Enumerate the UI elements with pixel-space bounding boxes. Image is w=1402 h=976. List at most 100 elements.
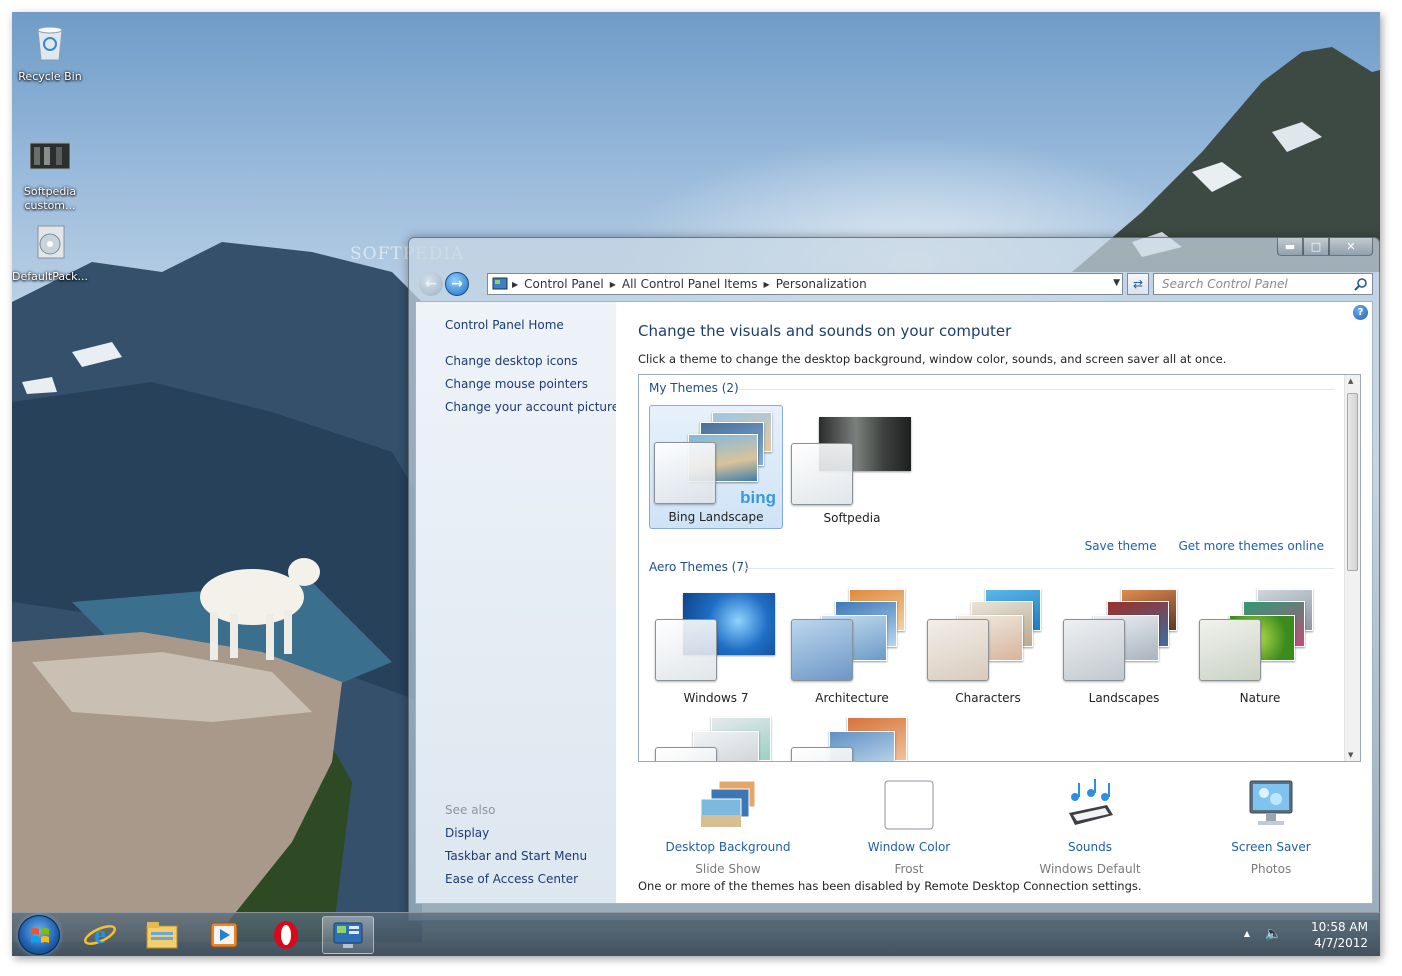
start-button[interactable]	[18, 915, 60, 955]
theme-preview	[785, 713, 919, 761]
control-panel-home-link[interactable]: Control Panel Home	[445, 318, 564, 332]
theme-partial[interactable]	[649, 713, 783, 761]
taskbar: e ▲ 🔈 10:58 AM 4/7/2012	[12, 912, 1380, 956]
personalization-window: ▬ □ ✕ ← → ▶ Control Panel ▶ All Control …	[408, 237, 1380, 921]
scrollbar-thumb[interactable]	[1347, 393, 1358, 571]
help-icon[interactable]: ?	[1353, 305, 1368, 320]
desktop-background-setting[interactable]: Desktop Background Slide Show	[638, 779, 818, 876]
theme-nature[interactable]: Nature	[1193, 585, 1327, 709]
maximize-icon: □	[1310, 240, 1322, 253]
breadcrumb-personalization[interactable]: Personalization	[776, 277, 867, 291]
aero-themes-heading: Aero Themes (7)	[649, 560, 749, 574]
remote-desktop-notice: One or more of the themes has been disab…	[638, 879, 1142, 893]
theme-name: Softpedia	[823, 511, 881, 525]
window-client-area: Control Panel Home Change desktop icons …	[415, 301, 1373, 904]
display-link[interactable]: Display	[445, 826, 489, 840]
theme-architecture[interactable]: Architecture	[785, 585, 919, 709]
minimize-icon: ▬	[1284, 240, 1296, 253]
ease-of-access-link[interactable]: Ease of Access Center	[445, 872, 578, 886]
close-icon: ✕	[1346, 240, 1356, 253]
window-color-swatch	[1063, 619, 1125, 681]
theme-bing-landscape[interactable]: bing Bing Landscape	[649, 405, 783, 529]
theme-pack-icon	[29, 142, 71, 170]
wallpaper-cliff-goat	[12, 242, 422, 942]
scroll-up-icon[interactable]: ▲	[1348, 377, 1353, 385]
theme-windows-7[interactable]: Windows 7	[649, 585, 783, 709]
desktop-icon-label: Softpedia custom...	[23, 185, 77, 212]
theme-landscapes[interactable]: Landscapes	[1057, 585, 1191, 709]
theme-preview	[921, 585, 1055, 689]
change-account-picture-link[interactable]: Change your account picture	[445, 400, 619, 414]
taskbar-opera[interactable]	[260, 916, 312, 954]
system-clock[interactable]: 10:58 AM 4/7/2012	[1311, 919, 1368, 951]
breadcrumb-separator-icon: ▶	[512, 279, 519, 289]
taskbar-windows-explorer[interactable]	[136, 916, 188, 954]
task-pane: Control Panel Home Change desktop icons …	[416, 302, 619, 903]
internet-explorer-icon: e	[84, 920, 116, 949]
theme-characters[interactable]: Characters	[921, 585, 1055, 709]
taskbar-control-panel[interactable]	[322, 916, 374, 954]
see-also-heading: See also	[445, 803, 496, 817]
scroll-down-icon[interactable]: ▼	[1348, 751, 1353, 759]
taskbar-start-menu-link[interactable]: Taskbar and Start Menu	[445, 849, 587, 863]
window-color-icon	[884, 780, 934, 830]
bing-logo: bing	[740, 488, 776, 507]
breadcrumb-separator-icon: ▶	[763, 279, 770, 289]
breadcrumb-all-items[interactable]: All Control Panel Items	[622, 277, 758, 291]
show-hidden-icons-icon[interactable]: ▲	[1244, 929, 1250, 938]
desktop-icon-label: Recycle Bin	[18, 70, 82, 83]
taskbar-media-player[interactable]	[198, 916, 250, 954]
breadcrumb-control-panel[interactable]: Control Panel	[524, 277, 604, 291]
page-description: Click a theme to change the desktop back…	[638, 352, 1227, 366]
clock-date: 4/7/2012	[1314, 936, 1368, 950]
theme-actions: Save theme Get more themes online	[1067, 539, 1324, 553]
window-color-swatch	[791, 747, 853, 761]
setting-value: Windows Default	[1039, 862, 1141, 876]
forward-button[interactable]: →	[445, 272, 469, 296]
control-panel-icon	[333, 922, 363, 948]
desktop-icon-recycle-bin[interactable]: Recycle Bin	[12, 22, 90, 84]
back-button[interactable]: ←	[419, 272, 443, 296]
setting-label: Window Color	[867, 840, 951, 854]
themes-scrollbar[interactable]: ▲ ▼	[1344, 375, 1360, 761]
sounds-setting[interactable]: Sounds Windows Default	[1000, 779, 1180, 876]
theme-preview	[1057, 585, 1191, 689]
theme-name: Landscapes	[1088, 691, 1160, 705]
refresh-button[interactable]: ⇄	[1127, 273, 1149, 295]
desktop-icon-defaultpack[interactable]: DefaultPack...	[12, 222, 90, 284]
theme-preview: bing	[650, 406, 784, 510]
close-button[interactable]: ✕	[1329, 238, 1373, 256]
window-color-swatch	[1199, 619, 1261, 681]
main-content: ? Change the visuals and sounds on your …	[616, 302, 1372, 903]
package-icon	[37, 225, 65, 259]
caption-buttons: ▬ □ ✕	[1277, 238, 1373, 256]
volume-icon[interactable]: 🔈	[1265, 926, 1282, 942]
windows-logo-icon	[31, 928, 49, 943]
theme-name: Nature	[1239, 691, 1281, 705]
window-color-swatch	[654, 442, 716, 504]
search-icon[interactable]	[1354, 277, 1368, 291]
themes-list: My Themes (2) bing Bing Landscape Softpe…	[638, 374, 1361, 762]
desktop-background-icon	[700, 780, 756, 828]
theme-preview	[785, 585, 919, 689]
maximize-button[interactable]: □	[1303, 238, 1329, 256]
screen-saver-setting[interactable]: Screen Saver Photos	[1181, 779, 1361, 876]
change-desktop-icons-link[interactable]: Change desktop icons	[445, 354, 578, 368]
search-input[interactable]: Search Control Panel	[1153, 273, 1373, 295]
save-theme-link[interactable]: Save theme	[1085, 539, 1157, 553]
change-mouse-pointers-link[interactable]: Change mouse pointers	[445, 377, 588, 391]
theme-softpedia[interactable]: Softpedia	[785, 405, 919, 529]
get-more-themes-link[interactable]: Get more themes online	[1178, 539, 1324, 553]
windows-explorer-icon	[146, 922, 178, 949]
address-dropdown-icon[interactable]: ▼	[1113, 278, 1120, 288]
desktop-icon-softpedia-custom[interactable]: Softpedia custom...	[12, 137, 90, 213]
taskbar-internet-explorer[interactable]: e	[74, 916, 126, 954]
desktop: SOFTPEDIA Recycle Bin Softpedia custom..…	[12, 12, 1380, 956]
theme-preview	[649, 585, 783, 689]
window-color-setting[interactable]: Window Color Frost	[819, 779, 999, 876]
address-bar[interactable]: ▶ Control Panel ▶ All Control Panel Item…	[487, 273, 1123, 295]
setting-value: Slide Show	[695, 862, 761, 876]
window-color-swatch	[791, 619, 853, 681]
minimize-button[interactable]: ▬	[1277, 238, 1303, 256]
theme-partial[interactable]	[785, 713, 919, 761]
